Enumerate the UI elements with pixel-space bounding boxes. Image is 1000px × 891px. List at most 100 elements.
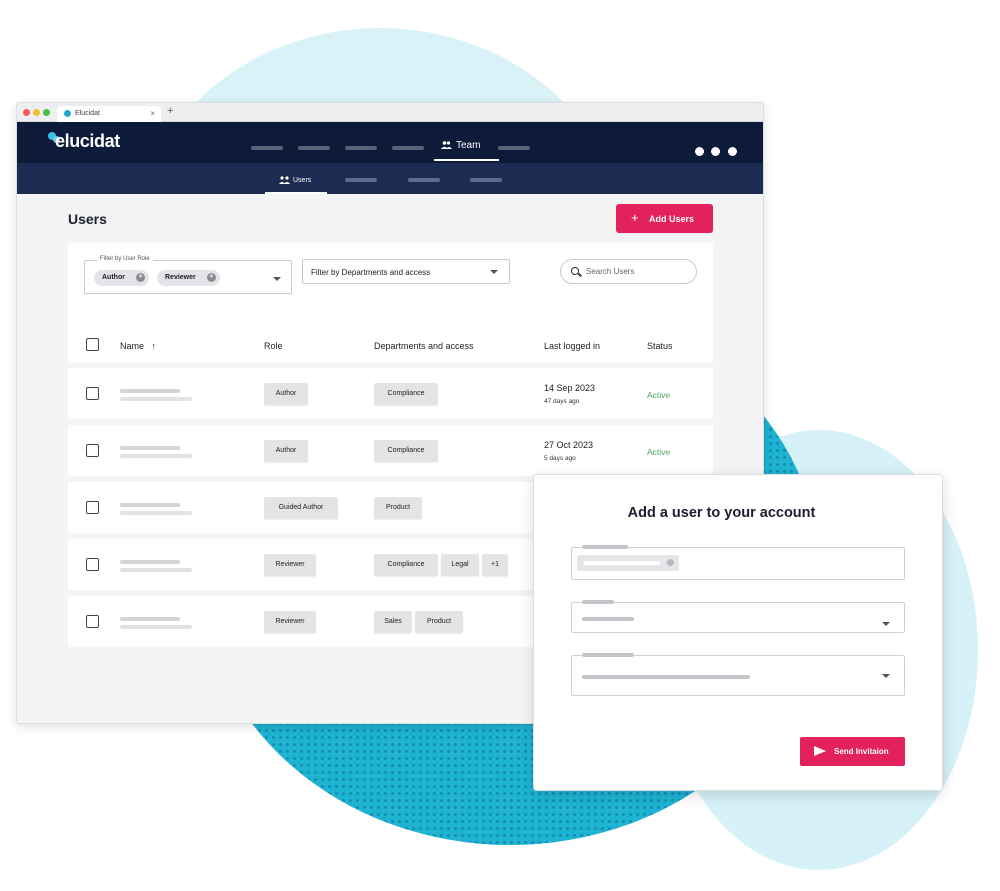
email-field[interactable] [571, 545, 905, 580]
nav-item-team[interactable]: Team [441, 140, 480, 151]
filter-panel: Filter by User Role Author × Reviewer × … [68, 243, 713, 320]
sort-arrow-icon[interactable]: ↑ [152, 341, 157, 351]
departments-select-label-placeholder [582, 653, 634, 657]
people-icon [279, 176, 290, 184]
column-header-status[interactable]: Status [647, 341, 673, 351]
subnav-item-users-label: Users [293, 176, 312, 184]
nav-item-placeholder-3[interactable] [345, 146, 377, 150]
plus-icon: + [631, 210, 639, 225]
departments-filter-label: Filter by Departments and access [311, 268, 431, 277]
browser-tab-title: Elucidat [75, 110, 100, 117]
email-field-label-placeholder [582, 545, 628, 549]
add-users-button[interactable]: + Add Users [616, 204, 713, 233]
department-tag: Compliance [374, 383, 438, 405]
departments-select-value-placeholder [582, 675, 750, 679]
more-departments-tag[interactable]: +1 [482, 554, 508, 576]
people-icon [441, 141, 452, 150]
departments-filter-select[interactable]: Filter by Departments and access [302, 259, 510, 284]
row-checkbox[interactable] [86, 558, 99, 571]
status-badge: Active [647, 447, 671, 457]
active-nav-underline [434, 159, 499, 161]
role-chip-author[interactable]: Author × [94, 270, 149, 286]
send-icon [814, 746, 826, 756]
user-name-placeholder [120, 617, 180, 621]
chevron-down-icon [882, 622, 890, 626]
new-tab-icon[interactable]: + [167, 105, 173, 117]
globe-icon[interactable] [695, 147, 704, 156]
remove-chip-icon[interactable]: × [136, 273, 145, 282]
role-tag: Reviewer [264, 611, 316, 633]
role-filter-label: Filter by User Role [97, 256, 153, 262]
row-checkbox[interactable] [86, 615, 99, 628]
help-icon[interactable] [711, 147, 721, 156]
email-chip[interactable] [577, 555, 679, 571]
favicon-icon [64, 110, 71, 117]
role-chip-label: Reviewer [165, 274, 196, 281]
select-all-checkbox[interactable] [86, 338, 99, 351]
user-email-placeholder [120, 625, 192, 629]
maximize-window-dot[interactable] [43, 109, 50, 116]
search-placeholder: Search Users [586, 267, 635, 276]
user-email-placeholder [120, 511, 192, 515]
logo[interactable]: elucidat [55, 131, 120, 152]
user-icon[interactable] [727, 147, 737, 156]
search-icon [571, 267, 579, 275]
row-checkbox[interactable] [86, 444, 99, 457]
last-logged-date: 14 Sep 2023 [544, 383, 596, 393]
role-chip-label: Author [102, 274, 125, 281]
remove-chip-icon[interactable] [667, 559, 674, 566]
status-badge: Active [647, 390, 671, 400]
column-header-last-logged-in[interactable]: Last logged in [544, 341, 600, 351]
role-tag: Author [264, 383, 308, 405]
browser-tab[interactable]: Elucidat × [57, 106, 161, 122]
row-checkbox[interactable] [86, 387, 99, 400]
role-tag: Guided Author [264, 497, 338, 519]
chevron-down-icon [490, 270, 498, 274]
nav-item-team-label: Team [456, 140, 481, 151]
add-user-modal: Add a user to your account Send Invitaio… [533, 474, 943, 791]
subnav-item-placeholder-3[interactable] [470, 178, 502, 182]
nav-item-placeholder-5[interactable] [498, 146, 530, 150]
row-checkbox[interactable] [86, 501, 99, 514]
department-tag: Sales [374, 611, 412, 633]
role-select-label-placeholder [582, 600, 614, 604]
column-header-label: Name [120, 341, 145, 351]
role-tag: Reviewer [264, 554, 316, 576]
remove-chip-icon[interactable]: × [207, 273, 216, 282]
page-title: Users [68, 211, 107, 227]
chevron-down-icon [273, 277, 281, 281]
subnav-item-placeholder-1[interactable] [345, 178, 377, 182]
subnav-item-placeholder-2[interactable] [408, 178, 440, 182]
search-input[interactable]: Search Users [560, 259, 697, 284]
nav-item-placeholder-2[interactable] [298, 146, 330, 150]
department-tag: Compliance [374, 554, 438, 576]
table-row[interactable]: Author Compliance 14 Sep 2023 47 days ag… [68, 368, 713, 419]
last-logged-date: 27 Oct 2023 [544, 440, 594, 450]
table-row[interactable]: Author Compliance 27 Oct 2023 5 days ago… [68, 425, 713, 476]
column-header-departments[interactable]: Departments and access [374, 341, 474, 351]
column-header-role[interactable]: Role [264, 341, 283, 351]
nav-item-placeholder-1[interactable] [251, 146, 283, 150]
close-window-dot[interactable] [23, 109, 30, 116]
column-header-name[interactable]: Name ↑ [120, 341, 156, 351]
role-select[interactable] [571, 600, 905, 633]
departments-select[interactable] [571, 653, 905, 696]
user-email-placeholder [120, 568, 192, 572]
user-name-placeholder [120, 446, 180, 450]
send-invitation-button[interactable]: Send Invitaion [800, 737, 905, 766]
tab-close-icon[interactable]: × [150, 109, 155, 118]
role-chip-reviewer[interactable]: Reviewer × [157, 270, 220, 286]
subnav-item-users[interactable]: Users [279, 176, 311, 184]
user-name-placeholder [120, 560, 180, 564]
modal-title: Add a user to your account [627, 505, 816, 521]
role-select-value-placeholder [582, 617, 634, 621]
last-logged-relative: 5 days ago [544, 455, 576, 462]
role-tag: Author [264, 440, 308, 462]
nav-item-placeholder-4[interactable] [392, 146, 424, 150]
nav-utility-icons [695, 143, 740, 161]
last-logged-relative: 47 days ago [544, 398, 580, 405]
role-filter-select[interactable]: Filter by User Role Author × Reviewer × [84, 256, 292, 294]
user-email-placeholder [120, 397, 192, 401]
user-email-placeholder [120, 454, 192, 458]
minimize-window-dot[interactable] [33, 109, 40, 116]
